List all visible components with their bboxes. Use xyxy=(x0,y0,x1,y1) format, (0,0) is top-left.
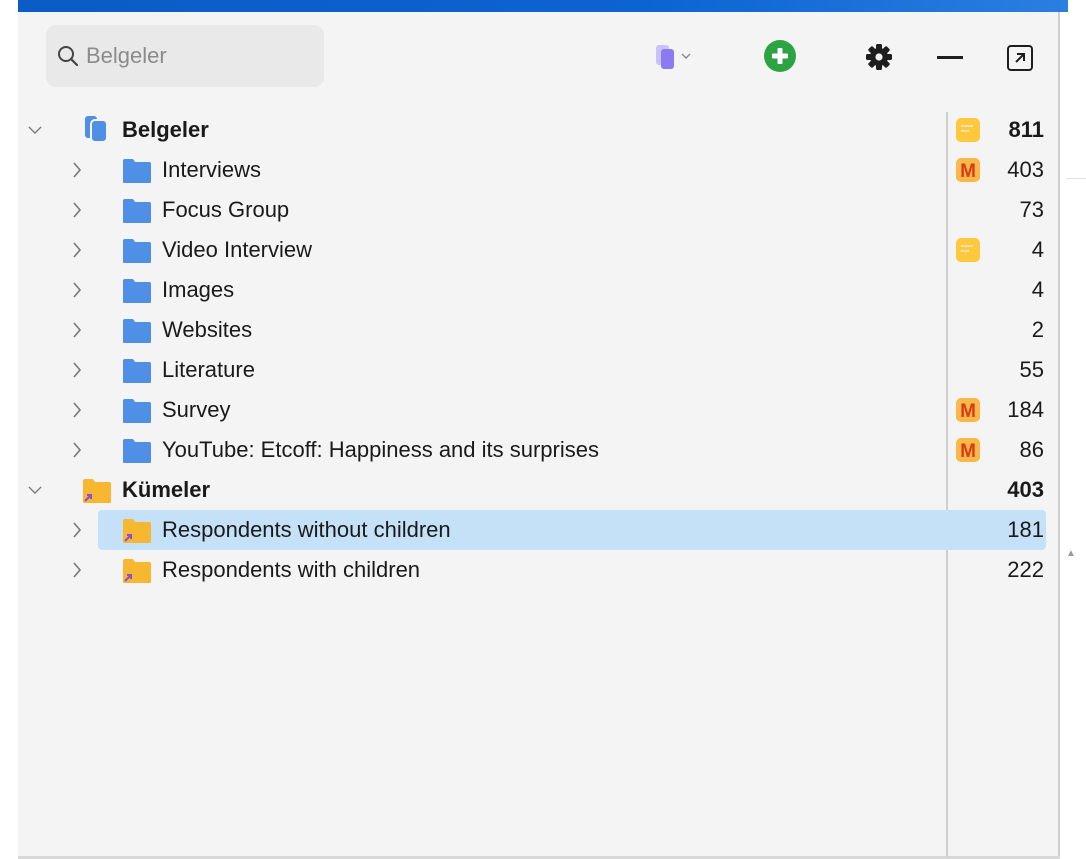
memo-icon[interactable] xyxy=(954,116,982,144)
tree-item-label: Focus Group xyxy=(162,197,290,222)
set-folder-icon xyxy=(83,479,111,503)
tree-item-document-group[interactable]: Images 4 xyxy=(18,270,1058,310)
document-stack-icon xyxy=(656,45,674,69)
expand-chevron-icon[interactable] xyxy=(70,198,84,222)
memo-m-icon[interactable]: M xyxy=(954,436,982,464)
expand-chevron-icon[interactable] xyxy=(70,438,84,462)
tree-item-label: Belgeler xyxy=(122,117,209,142)
chevron-down-icon xyxy=(681,53,691,59)
folder-icon xyxy=(123,199,151,223)
expand-chevron-icon[interactable] xyxy=(70,318,84,342)
gear-icon xyxy=(866,44,892,70)
tree-item-document-group[interactable]: Survey M 184 xyxy=(18,390,1058,430)
tree-item-label: Images xyxy=(162,277,235,302)
expand-chevron-icon[interactable] xyxy=(70,518,84,542)
tree-item-document-group[interactable]: YouTube: Etcoff: Happiness and its surpr… xyxy=(18,430,1058,470)
tree-item-label: Video Interview xyxy=(162,237,313,262)
coded-segment-count: 4 xyxy=(1031,237,1044,262)
coded-segment-count: 222 xyxy=(1007,557,1044,582)
tree-item-label: Kümeler xyxy=(122,477,211,502)
set-folder-icon xyxy=(123,559,151,583)
svg-text:M: M xyxy=(960,401,976,422)
coded-segment-count: 4 xyxy=(1031,277,1044,302)
tree-item-document-group[interactable]: Interviews M 403 xyxy=(18,150,1058,190)
memo-m-icon[interactable]: M xyxy=(954,396,982,424)
expand-chevron-icon[interactable] xyxy=(70,158,84,182)
coded-segment-count: 403 xyxy=(1007,477,1044,502)
coded-segment-count: 403 xyxy=(1007,157,1044,182)
folder-icon xyxy=(123,239,151,263)
memo-m-icon[interactable]: M xyxy=(954,156,982,184)
document-menu-button[interactable] xyxy=(648,38,696,74)
folder-icon xyxy=(123,399,151,423)
tree-item-label: Literature xyxy=(162,357,255,382)
tree-item-label: Respondents with children xyxy=(162,557,421,582)
settings-button[interactable] xyxy=(862,40,896,74)
tree-item-label: Survey xyxy=(162,397,231,422)
minimize-button[interactable] xyxy=(934,44,966,72)
coded-segment-count: 811 xyxy=(1008,117,1045,142)
pane-separator xyxy=(1066,178,1086,179)
search-box[interactable] xyxy=(46,25,324,87)
open-external-icon xyxy=(1007,45,1033,71)
search-icon xyxy=(58,46,79,67)
coded-segment-count: 2 xyxy=(1031,317,1044,342)
folder-icon xyxy=(123,279,151,303)
coded-segment-count: 55 xyxy=(1019,357,1044,382)
window-accent-bar xyxy=(18,0,1068,12)
tree-item-document-group[interactable]: Websites 2 xyxy=(18,310,1058,350)
adjacent-pane: ▲ xyxy=(1060,12,1086,859)
popout-button[interactable] xyxy=(1002,40,1038,76)
tree-item-set[interactable]: Respondents with children 222 xyxy=(18,550,1058,590)
memo-icon[interactable] xyxy=(954,236,982,264)
collapse-chevron-icon[interactable] xyxy=(28,118,42,142)
collapse-chevron-icon[interactable] xyxy=(28,478,42,502)
folder-icon xyxy=(123,159,151,183)
expand-chevron-icon[interactable] xyxy=(70,358,84,382)
minus-icon xyxy=(937,56,963,59)
set-folder-icon xyxy=(123,519,151,543)
documents-root-icon xyxy=(85,116,108,143)
tree-item-label: Respondents without children xyxy=(162,517,451,542)
coded-segment-count: 184 xyxy=(1007,397,1044,422)
coded-segment-count: 73 xyxy=(1019,197,1044,222)
tree-item-document-group[interactable]: Literature 55 xyxy=(18,350,1058,390)
coded-segment-count: 181 xyxy=(1007,517,1044,542)
tree-item-label: Interviews xyxy=(162,157,262,182)
tree-item-document-group[interactable]: Focus Group 73 xyxy=(18,190,1058,230)
plus-circle-icon xyxy=(764,40,796,72)
search-input[interactable] xyxy=(86,43,306,69)
tree-item-document-group[interactable]: Video Interview 4 xyxy=(18,230,1058,270)
add-button[interactable] xyxy=(762,38,798,74)
tree-item-label: Websites xyxy=(162,317,253,342)
svg-text:M: M xyxy=(960,441,976,462)
collapse-caret-icon[interactable]: ▲ xyxy=(1066,548,1076,559)
tree-root-documents[interactable]: Belgeler 811 xyxy=(18,110,1058,150)
tree-item-label: YouTube: Etcoff: Happiness and its surpr… xyxy=(162,437,599,462)
tree-item-set[interactable]: Respondents without children 181 xyxy=(18,510,1058,550)
folder-icon xyxy=(123,319,151,343)
folder-icon xyxy=(123,439,151,463)
expand-chevron-icon[interactable] xyxy=(70,558,84,582)
tree-root-sets[interactable]: Kümeler 403 xyxy=(18,470,1058,510)
expand-chevron-icon[interactable] xyxy=(70,398,84,422)
folder-icon xyxy=(123,359,151,383)
coded-segment-count: 86 xyxy=(1019,437,1044,462)
expand-chevron-icon[interactable] xyxy=(70,278,84,302)
expand-chevron-icon[interactable] xyxy=(70,238,84,262)
svg-text:M: M xyxy=(960,161,976,182)
